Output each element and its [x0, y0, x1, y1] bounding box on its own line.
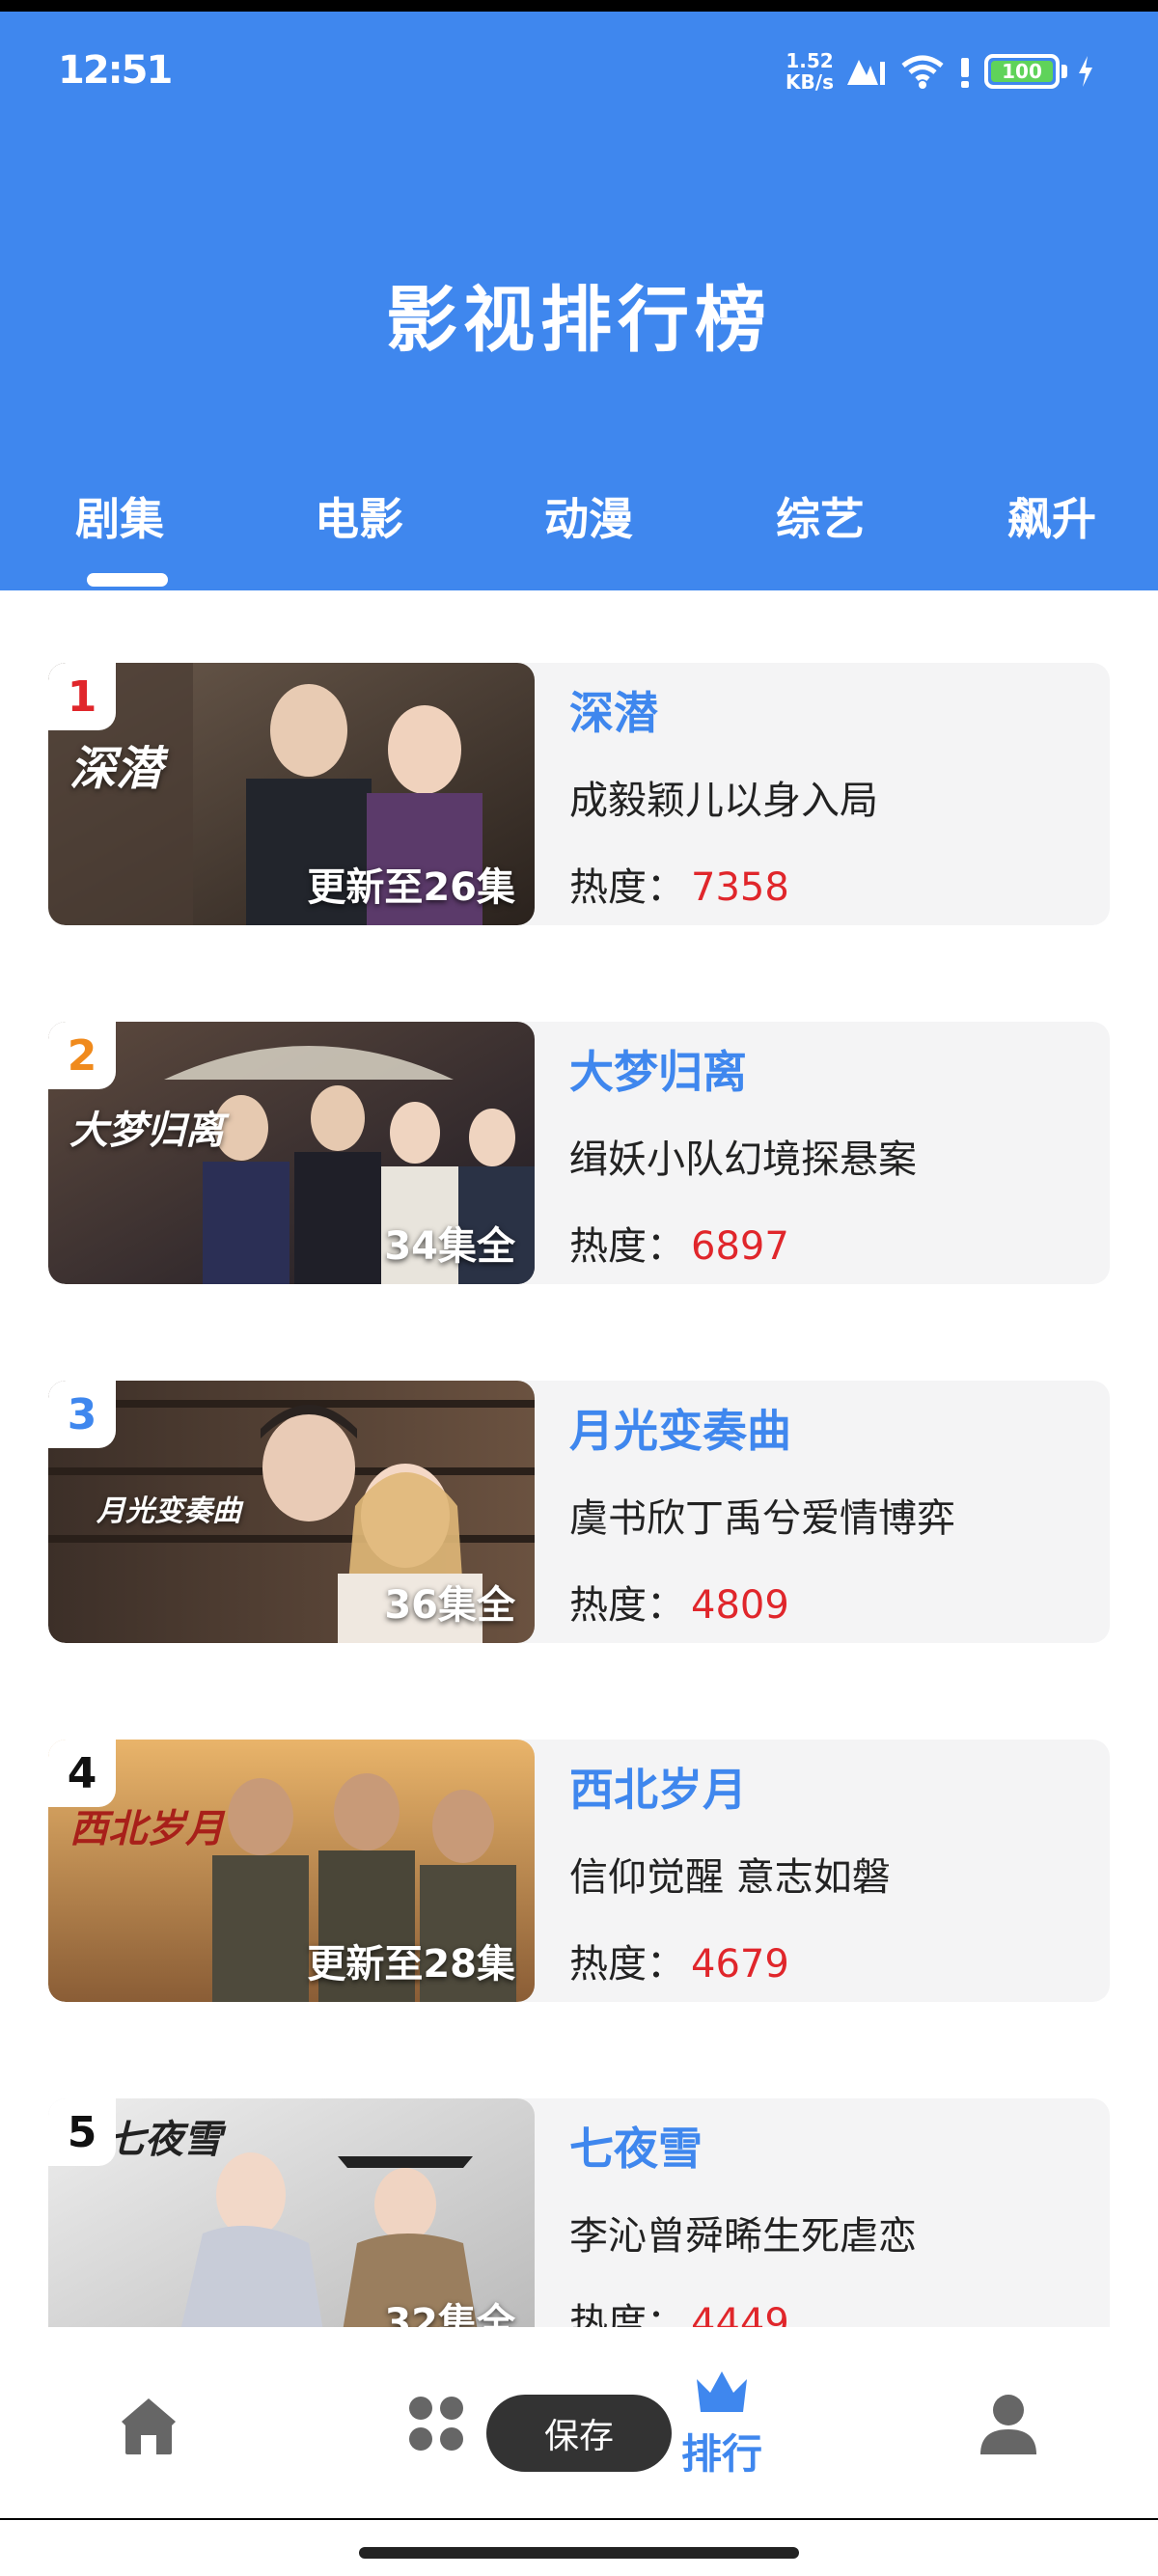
- heat-value: 7358: [691, 865, 789, 910]
- item-title: 深潜: [569, 687, 658, 739]
- list-item[interactable]: 月光变奏曲 3 36集全 月光变奏曲 虞书欣丁禹兮爱情博弈 热度： 4809: [48, 1381, 1110, 1643]
- item-title: 七夜雪: [569, 2123, 703, 2175]
- episode-status: 34集全: [384, 1224, 515, 1269]
- tab-rising[interactable]: 飙升: [1007, 484, 1096, 548]
- heat-row: 热度： 7358: [569, 856, 789, 912]
- nfc-icon: [847, 60, 885, 85]
- item-description: 李沁曾舜晞生死虐恋: [569, 2214, 917, 2259]
- list-item[interactable]: 深潜 1 更新至26集 深潜 成毅颖儿以身入局 热度： 7358: [48, 663, 1110, 925]
- tab-anime[interactable]: 动漫: [544, 484, 633, 548]
- status-bar: 12:51 1.52 KB/s 100: [0, 12, 1158, 127]
- poster-thumbnail: 深潜 1 更新至26集: [48, 663, 535, 925]
- heat-row: 热度： 4449: [569, 2291, 789, 2327]
- poster-thumbnail: 七夜雪 5 32集全: [48, 2098, 535, 2327]
- alert-icon: [961, 58, 969, 88]
- status-time: 12:51: [58, 48, 173, 93]
- header: 12:51 1.52 KB/s 100 影视排行榜 剧集 电影 动漫 综艺 飙升: [0, 12, 1158, 590]
- tab-variety[interactable]: 综艺: [776, 484, 865, 548]
- heat-row: 热度： 4679: [569, 1932, 789, 1988]
- poster-title-text: 七夜雪: [106, 2117, 222, 2162]
- bottom-navigation: 排行 保存: [0, 2333, 1158, 2526]
- item-title: 大梦归离: [569, 1046, 747, 1098]
- rank-badge: 1: [48, 663, 116, 730]
- rank-badge: 3: [48, 1381, 116, 1448]
- home-indicator[interactable]: [359, 2547, 799, 2559]
- battery-icon: 100: [984, 54, 1067, 89]
- tab-bar: 剧集 电影 动漫 综艺 飙升: [0, 484, 1158, 590]
- item-info: 大梦归离 缉妖小队幻境探悬案 热度： 6897: [569, 1022, 1090, 1284]
- item-title: 西北岁月: [569, 1764, 747, 1816]
- heat-value: 4449: [691, 2301, 789, 2327]
- item-title: 月光变奏曲: [569, 1405, 791, 1457]
- heat-label: 热度：: [569, 865, 685, 910]
- ranking-list[interactable]: 深潜 1 更新至26集 深潜 成毅颖儿以身入局 热度： 7358 大梦归离 2 …: [0, 590, 1158, 2327]
- rank-badge: 2: [48, 1022, 116, 1089]
- episode-status: 32集全: [384, 2301, 515, 2327]
- list-item[interactable]: 西北岁月 4 更新至28集 西北岁月 信仰觉醒 意志如磐 热度： 4679: [48, 1740, 1110, 2002]
- item-info: 西北岁月 信仰觉醒 意志如磐 热度： 4679: [569, 1740, 1090, 2002]
- home-icon[interactable]: [120, 2395, 178, 2456]
- crown-icon: [697, 2371, 747, 2412]
- heat-label: 热度：: [569, 2301, 685, 2327]
- item-description: 成毅颖儿以身入局: [569, 779, 878, 823]
- status-icons: 1.52 KB/s 100: [786, 50, 1094, 93]
- poster-thumbnail: 西北岁月 4 更新至28集: [48, 1740, 535, 2002]
- poster-title-text: 深潜: [69, 742, 163, 796]
- heat-label: 热度：: [569, 1942, 685, 1987]
- save-button[interactable]: 保存: [486, 2395, 672, 2472]
- rank-badge: 4: [48, 1740, 116, 1807]
- active-tab-indicator: [87, 573, 168, 587]
- list-item[interactable]: 大梦归离 2 34集全 大梦归离 缉妖小队幻境探悬案 热度： 6897: [48, 1022, 1110, 1284]
- episode-status: 更新至26集: [307, 865, 515, 910]
- nav-label-ranking: 排行: [681, 2430, 763, 2478]
- poster-thumbnail: 月光变奏曲 3 36集全: [48, 1381, 535, 1643]
- tab-drama[interactable]: 剧集: [75, 484, 164, 548]
- episode-status: 36集全: [384, 1583, 515, 1628]
- heat-value: 6897: [691, 1224, 789, 1269]
- wifi-icon: [901, 55, 944, 89]
- list-item[interactable]: 七夜雪 5 32集全 七夜雪 李沁曾舜晞生死虐恋 热度： 4449: [48, 2098, 1110, 2327]
- episode-status: 更新至28集: [307, 1942, 515, 1987]
- poster-thumbnail: 大梦归离 2 34集全: [48, 1022, 535, 1284]
- nav-item-ranking[interactable]: 排行: [676, 2368, 768, 2503]
- grid-icon[interactable]: [407, 2395, 465, 2453]
- item-description: 缉妖小队幻境探悬案: [569, 1137, 917, 1182]
- top-strip: [0, 0, 1158, 12]
- person-icon[interactable]: [979, 2393, 1038, 2456]
- item-description: 信仰觉醒 意志如磐: [569, 1855, 891, 1900]
- item-info: 七夜雪 李沁曾舜晞生死虐恋 热度： 4449: [569, 2098, 1090, 2327]
- poster-title-text: 月光变奏曲: [96, 1494, 241, 1528]
- heat-value: 4809: [691, 1583, 789, 1628]
- rank-badge: 5: [48, 2098, 116, 2166]
- heat-label: 热度：: [569, 1583, 685, 1628]
- item-info: 深潜 成毅颖儿以身入局 热度： 7358: [569, 663, 1090, 925]
- heat-label: 热度：: [569, 1224, 685, 1269]
- net-speed: 1.52 KB/s: [786, 49, 834, 94]
- item-description: 虞书欣丁禹兮爱情博弈: [569, 1496, 955, 1541]
- heat-value: 4679: [691, 1942, 789, 1987]
- tab-movie[interactable]: 电影: [315, 484, 403, 548]
- charging-icon: [1079, 56, 1092, 87]
- heat-row: 热度： 6897: [569, 1215, 789, 1271]
- heat-row: 热度： 4809: [569, 1574, 789, 1630]
- item-info: 月光变奏曲 虞书欣丁禹兮爱情博弈 热度： 4809: [569, 1381, 1090, 1643]
- page-title: 影视排行榜: [386, 279, 772, 362]
- poster-title-text: 大梦归离: [69, 1108, 224, 1153]
